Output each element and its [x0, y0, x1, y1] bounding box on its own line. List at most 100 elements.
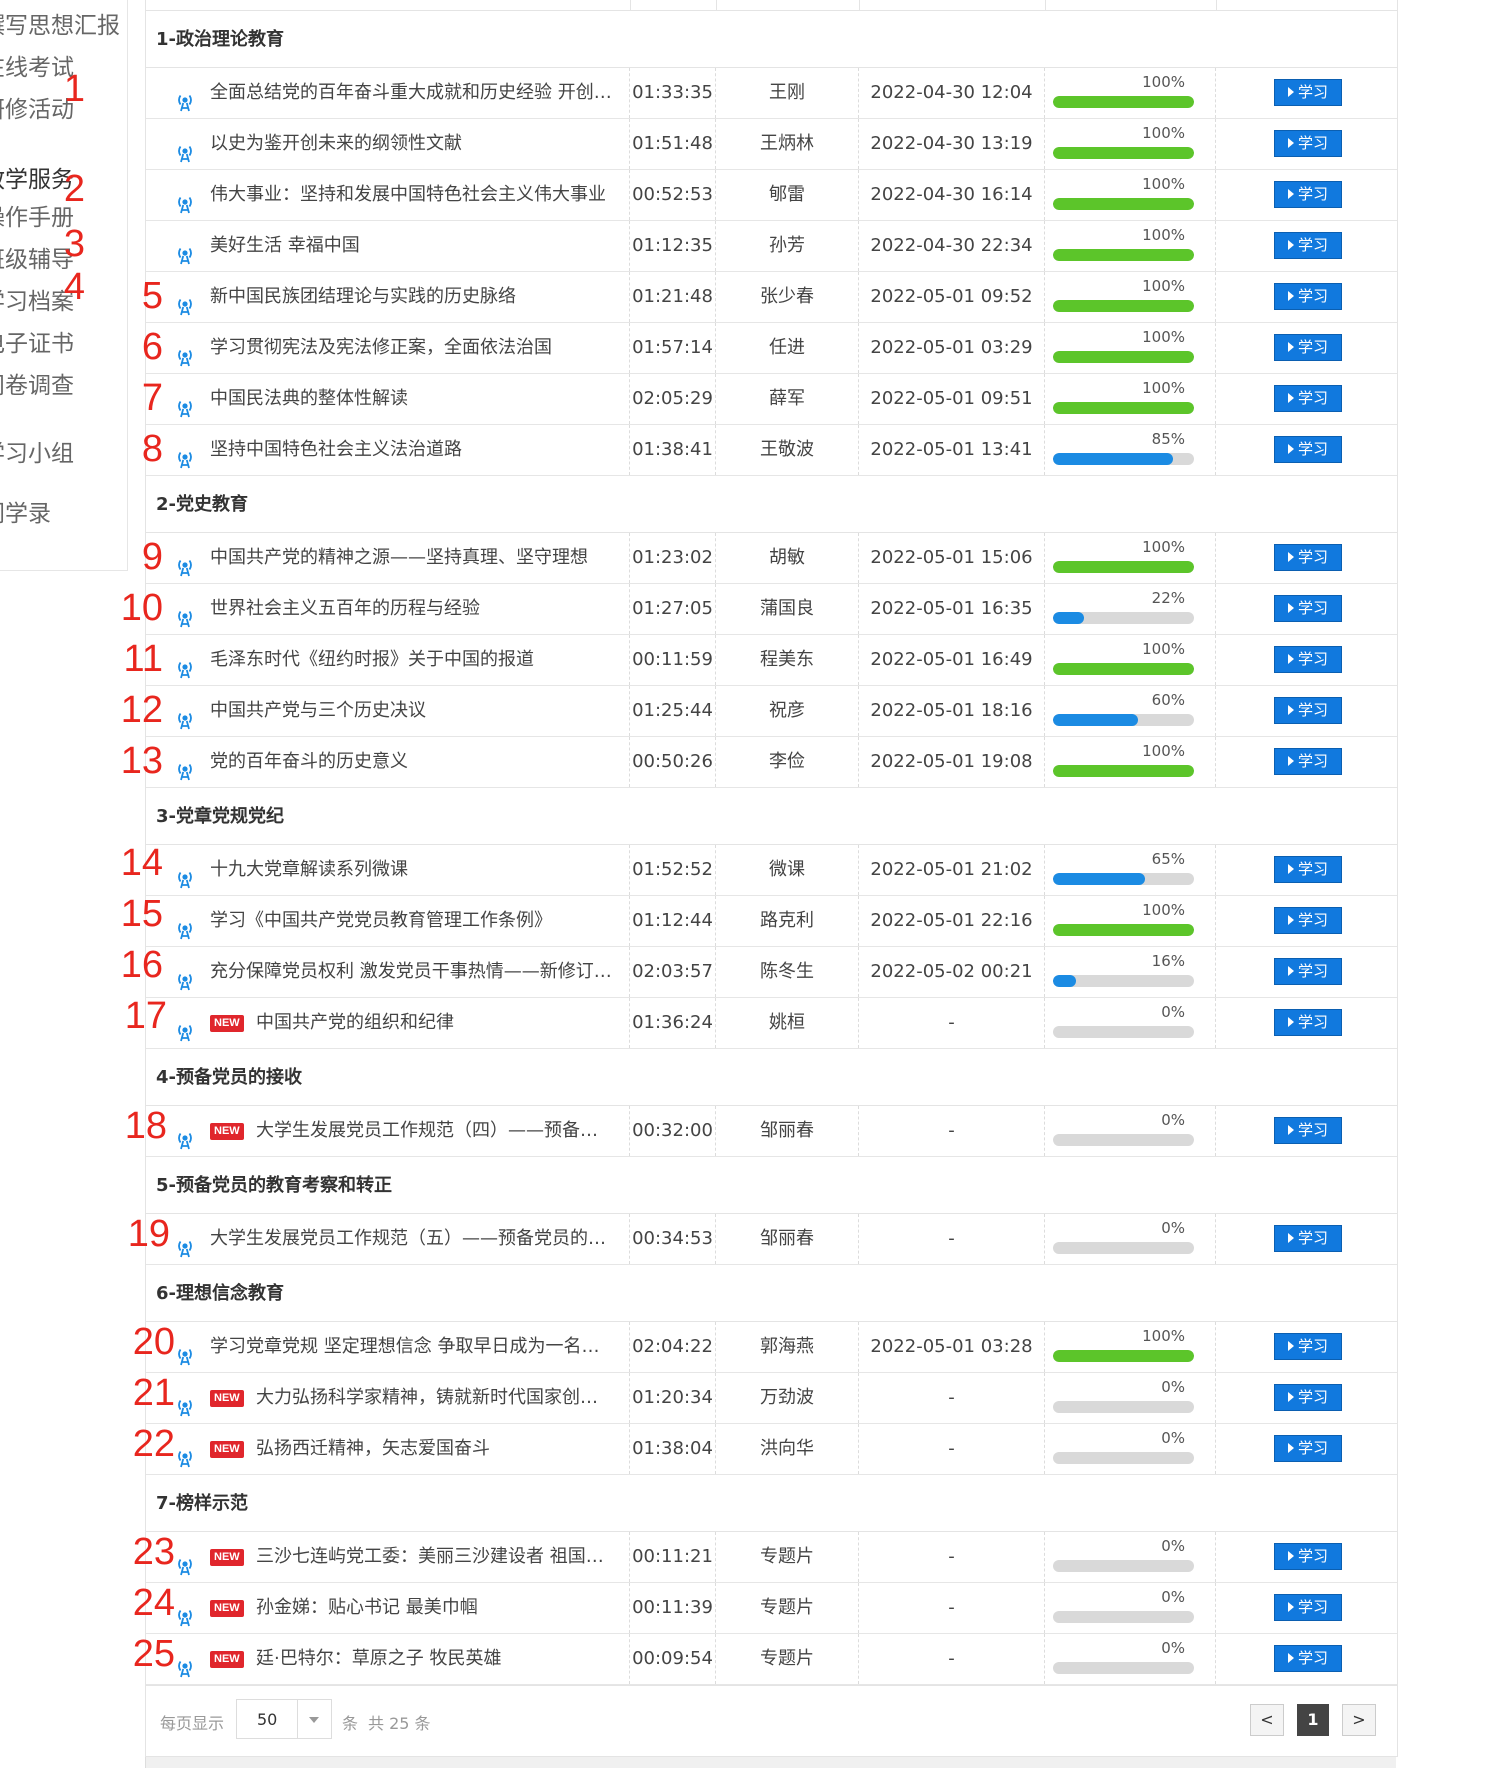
sidebar-item[interactable]: 问卷调查: [0, 366, 74, 400]
duration: 00:52:53: [630, 170, 716, 220]
table-row: 学习党章党规 坚定理想信念 争取早日成为一名合格党员 02:04:22 郭海燕 202…: [146, 1322, 1397, 1373]
course-title[interactable]: 学习党章党规 坚定理想信念 争取早日成为一名合格党员: [210, 1322, 614, 1372]
study-button[interactable]: 学习: [1274, 907, 1342, 934]
course-title[interactable]: 大力弘扬科学家精神，铸就新时代国家创新之魂: [256, 1373, 614, 1423]
table-row: 学习贯彻宪法及宪法修正案，全面依法治国 01:57:14 任进 2022-05-01 …: [146, 323, 1397, 374]
study-button[interactable]: 学习: [1274, 646, 1342, 673]
annotation-number: 25: [132, 1633, 175, 1675]
annotation-number: 21: [132, 1372, 175, 1414]
teacher: 邹丽春: [716, 1214, 859, 1264]
study-button[interactable]: 学习: [1274, 748, 1342, 775]
action-cell: 学习: [1216, 68, 1397, 118]
study-button[interactable]: 学习: [1274, 958, 1342, 985]
course-title[interactable]: 学习《中国共产党党员教育管理工作条例》: [210, 896, 614, 946]
course-title[interactable]: 学习贯彻宪法及宪法修正案，全面依法治国: [210, 323, 614, 373]
progress-percent: 0%: [1161, 1378, 1185, 1396]
study-button[interactable]: 学习: [1274, 1333, 1342, 1360]
course-title[interactable]: 中国共产党与三个历史决议: [210, 686, 614, 736]
action-cell: 学习: [1216, 533, 1397, 583]
study-button[interactable]: 学习: [1274, 544, 1342, 571]
live-broadcast-icon: [174, 1547, 196, 1576]
course-title[interactable]: 充分保障党员权利 激发党员干事热情——新修订的党员权利保障条例: [210, 947, 614, 997]
course-title[interactable]: 全面总结党的百年奋斗重大成就和历史经验 开创新时代中国特色社会主义新局面: [210, 68, 614, 118]
course-title[interactable]: 新中国民族团结理论与实践的历史脉络: [210, 272, 614, 322]
table-row: NEW 大学生发展党员工作规范（四）——预备党员的接收 00:32:00邹丽春- 0%…: [146, 1106, 1397, 1157]
sidebar-item[interactable]: 电子证书: [0, 324, 74, 358]
study-button[interactable]: 学习: [1274, 1009, 1342, 1036]
study-button[interactable]: 学习: [1274, 79, 1342, 106]
action-cell: 学习: [1216, 221, 1397, 271]
progress-percent: 100%: [1142, 175, 1185, 193]
study-button[interactable]: 学习: [1274, 1384, 1342, 1411]
live-broadcast-icon: [174, 911, 196, 940]
action-cell: 学习: [1216, 272, 1397, 322]
annotation-number: 24: [132, 1582, 175, 1624]
play-icon: [1287, 1233, 1294, 1243]
study-date: 2022-05-01 09:52: [859, 272, 1045, 322]
progress-percent: 100%: [1142, 124, 1185, 142]
course-title[interactable]: 以史为鉴开创未来的纲领性文献: [210, 119, 614, 169]
play-icon: [1287, 1443, 1294, 1453]
course-title[interactable]: 大学生发展党员工作规范（五）——预备党员的教育考察和转正: [210, 1214, 614, 1264]
study-button[interactable]: 学习: [1274, 232, 1342, 259]
course-title[interactable]: 毛泽东时代《纽约时报》关于中国的报道: [210, 635, 614, 685]
course-title[interactable]: 弘扬西迁精神，矢志爱国奋斗: [256, 1424, 614, 1474]
page-1-button[interactable]: 1: [1297, 1704, 1329, 1736]
progress-bar: [1053, 147, 1194, 159]
duration: 01:57:14: [630, 323, 716, 373]
course-title[interactable]: 三沙七连屿党工委：美丽三沙建设者 祖国南海守护人: [256, 1532, 614, 1582]
table-row: 新中国民族团结理论与实践的历史脉络 01:21:48 张少春 2022-05-01 0…: [146, 272, 1397, 323]
course-title[interactable]: 孙金娣：贴心书记 最美巾帼: [256, 1583, 614, 1633]
course-title[interactable]: 坚持中国特色社会主义法治道路: [210, 425, 614, 475]
study-button[interactable]: 学习: [1274, 436, 1342, 463]
table-row: 中国共产党的精神之源——坚持真理、坚守理想 01:23:02 胡敏 2022-05-0…: [146, 533, 1397, 584]
sidebar-item[interactable]: 学习小组: [0, 434, 74, 468]
progress-percent: 0%: [1161, 1003, 1185, 1021]
progress-percent: 16%: [1151, 952, 1185, 970]
annotation-number: 9: [141, 536, 163, 578]
course-title[interactable]: 美好生活 幸福中国: [210, 221, 614, 271]
action-cell: 学习: [1216, 1424, 1397, 1474]
live-broadcast-icon: [174, 650, 196, 679]
course-title[interactable]: 中国共产党的精神之源——坚持真理、坚守理想: [210, 533, 614, 583]
study-button[interactable]: 学习: [1274, 595, 1342, 622]
course-title[interactable]: 中国民法典的整体性解读: [210, 374, 614, 424]
study-button[interactable]: 学习: [1274, 697, 1342, 724]
prev-page-button[interactable]: <: [1250, 1704, 1284, 1736]
course-title[interactable]: 十九大党章解读系列微课: [210, 845, 614, 895]
duration: 02:03:57: [630, 947, 716, 997]
study-button-label: 学习: [1297, 389, 1328, 407]
next-page-button[interactable]: >: [1342, 1704, 1376, 1736]
course-title[interactable]: 廷·巴特尔：草原之子 牧民英雄: [256, 1634, 614, 1684]
course-title[interactable]: 党的百年奋斗的历史意义: [210, 737, 614, 787]
study-button[interactable]: 学习: [1274, 334, 1342, 361]
study-button[interactable]: 学习: [1274, 283, 1342, 310]
study-date: 2022-04-30 12:04: [859, 68, 1045, 118]
study-button[interactable]: 学习: [1274, 856, 1342, 883]
progress-bar: [1053, 714, 1194, 726]
study-button[interactable]: 学习: [1274, 1225, 1342, 1252]
study-button[interactable]: 学习: [1274, 181, 1342, 208]
duration: 01:20:34: [630, 1373, 716, 1423]
duration: 00:11:59: [630, 635, 716, 685]
course-title[interactable]: 伟大事业：坚持和发展中国特色社会主义伟大事业: [210, 170, 614, 220]
duration: 00:09:54: [630, 1634, 716, 1684]
study-button[interactable]: 学习: [1274, 130, 1342, 157]
study-button[interactable]: 学习: [1274, 1435, 1342, 1462]
study-button[interactable]: 学习: [1274, 385, 1342, 412]
sidebar-item[interactable]: 撰写思想汇报: [0, 6, 120, 40]
study-button[interactable]: 学习: [1274, 1117, 1342, 1144]
live-broadcast-icon: [174, 752, 196, 781]
annotation-number: 7: [141, 377, 163, 419]
sidebar-item[interactable]: 同学录: [0, 494, 51, 528]
study-button[interactable]: 学习: [1274, 1594, 1342, 1621]
study-button-label: 学习: [1297, 236, 1328, 254]
course-title[interactable]: 世界社会主义五百年的历程与经验: [210, 584, 614, 634]
play-icon: [1287, 1551, 1294, 1561]
study-button[interactable]: 学习: [1274, 1543, 1342, 1570]
study-button[interactable]: 学习: [1274, 1645, 1342, 1672]
live-broadcast-icon: [174, 1388, 196, 1417]
course-title[interactable]: 大学生发展党员工作规范（四）——预备党员的接收: [256, 1106, 614, 1156]
course-title[interactable]: 中国共产党的组织和纪律: [256, 998, 614, 1048]
per-page-select[interactable]: 50: [236, 1699, 332, 1739]
